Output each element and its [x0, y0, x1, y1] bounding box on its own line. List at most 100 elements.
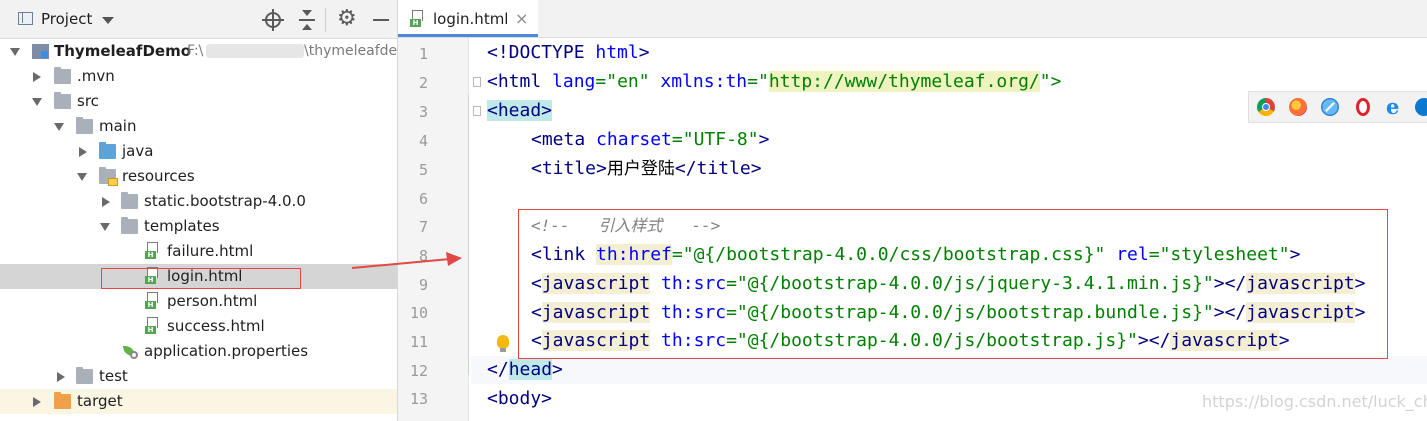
tree-item-person-html[interactable]: H person.html [0, 289, 397, 314]
chevron-down-icon[interactable] [32, 98, 42, 106]
project-view-icon [18, 12, 33, 25]
html-file-icon: H [145, 292, 160, 309]
gear-icon[interactable]: ⚙ [337, 6, 359, 31]
tree-item-java[interactable]: java [0, 139, 397, 164]
line-number: 7 [418, 218, 428, 236]
line-number: 6 [418, 190, 428, 208]
folder-icon [121, 217, 138, 234]
tree-item-label: test [99, 367, 128, 385]
tree-item-label: success.html [167, 317, 265, 335]
fold-marker-icon[interactable] [473, 77, 481, 87]
locate-target-icon[interactable] [262, 9, 284, 31]
fold-guide [468, 95, 469, 375]
tab-label: login.html [433, 10, 509, 28]
folder-icon [54, 67, 71, 84]
annotation-box-login [101, 268, 301, 289]
tree-item-mvn[interactable]: .mvn [0, 64, 397, 89]
chevron-down-icon[interactable] [102, 17, 114, 24]
code-line-12[interactable]: </head> [487, 357, 563, 383]
line-gutter: 1 2 3 4 5 6 7 8 9 10 11 12 13 [398, 38, 469, 421]
tree-item-label: main [99, 117, 137, 135]
chevron-right-icon[interactable] [33, 397, 41, 407]
chevron-right-icon[interactable] [57, 372, 65, 382]
close-icon[interactable]: × [515, 9, 528, 28]
redacted-path [206, 44, 304, 58]
tree-item-label: failure.html [167, 242, 254, 260]
chevron-down-icon[interactable] [77, 173, 87, 181]
module-path-start: F:\ [187, 43, 204, 59]
tree-item-label: application.properties [144, 342, 309, 360]
current-line-highlight [471, 356, 1427, 384]
properties-file-icon [122, 344, 139, 359]
tree-item-success-html[interactable]: H success.html [0, 314, 397, 339]
lightbulb-icon[interactable] [497, 335, 509, 352]
internet-explorer-icon[interactable]: e [1385, 94, 1403, 119]
tree-item-application-properties[interactable]: application.properties [0, 339, 397, 364]
tree-item-resources[interactable]: resources [0, 164, 397, 189]
tree-item-test[interactable]: test [0, 364, 397, 389]
tree-item-label: static.bootstrap-4.0.0 [144, 192, 306, 210]
chevron-right-icon[interactable] [33, 72, 41, 82]
code-line-1[interactable]: <!DOCTYPE html> [487, 40, 650, 66]
code-line-13[interactable]: <body> [487, 386, 552, 412]
browser-preview-bar: e [1248, 91, 1427, 123]
tree-item-main[interactable]: main [0, 114, 397, 139]
html-file-icon: H [145, 317, 160, 334]
module-icon [32, 44, 49, 59]
code-line-2[interactable]: <html lang="en" xmlns:th="http://www/thy… [487, 69, 1061, 95]
tree-item-label: person.html [167, 292, 258, 310]
line-number: 13 [409, 390, 428, 408]
project-panel: Project ⚙ ThymeleafDemo F:\ \thymeleafde… [0, 0, 398, 421]
folder-icon [121, 192, 138, 209]
line-number: 3 [418, 103, 428, 121]
tree-item-src[interactable]: src [0, 89, 397, 114]
tree-item-thymeleafdemo[interactable]: ThymeleafDemo F:\ \thymeleafde [0, 39, 397, 64]
code-line-3[interactable]: <head> [487, 98, 553, 124]
line-number: 2 [418, 74, 428, 92]
line-number: 5 [418, 161, 428, 179]
folder-icon [76, 367, 93, 384]
project-title[interactable]: Project [41, 10, 92, 28]
tree-item-target[interactable]: target [0, 389, 397, 414]
chevron-right-icon[interactable] [79, 147, 87, 157]
line-number: 4 [418, 132, 428, 150]
tree-item-label: resources [122, 167, 195, 185]
code-line-5[interactable]: <title>用户登陆</title> [531, 156, 762, 182]
header-divider [325, 8, 326, 32]
tree-item-failure-html[interactable]: H failure.html [0, 239, 397, 264]
collapse-all-icon[interactable] [296, 9, 318, 31]
source-folder-icon [99, 142, 116, 159]
tree-item-templates[interactable]: templates [0, 214, 397, 239]
watermark: https://blog.csdn.net/luck_ch09 [1202, 392, 1427, 411]
annotation-box-imports [518, 209, 1388, 359]
project-tree: ThymeleafDemo F:\ \thymeleafde .mvn src … [0, 39, 397, 421]
edge-icon[interactable] [1415, 98, 1427, 116]
chevron-down-icon[interactable] [100, 223, 110, 231]
module-name: ThymeleafDemo [54, 42, 192, 60]
safari-icon[interactable] [1321, 98, 1339, 116]
chrome-icon[interactable] [1257, 98, 1275, 116]
code-line-4[interactable]: <meta charset="UTF-8"> [531, 127, 769, 153]
minimize-icon[interactable] [370, 9, 392, 31]
chevron-down-icon[interactable] [54, 123, 64, 131]
tree-item-label: templates [144, 217, 220, 235]
line-number: 1 [418, 45, 428, 63]
line-number: 12 [409, 362, 428, 380]
firefox-icon[interactable] [1289, 98, 1307, 116]
folder-icon [54, 92, 71, 109]
module-path-end: \thymeleafde [304, 43, 398, 59]
excluded-folder-icon [54, 392, 71, 409]
fold-marker-icon[interactable] [473, 106, 481, 116]
line-number: 10 [409, 304, 428, 322]
opera-icon[interactable] [1356, 98, 1370, 116]
annotation-arrow-icon [351, 252, 462, 269]
html-file-icon: H [145, 242, 160, 259]
tree-item-static-bootstrap[interactable]: static.bootstrap-4.0.0 [0, 189, 397, 214]
tree-item-label: src [77, 92, 99, 110]
chevron-down-icon[interactable] [10, 48, 20, 56]
folder-icon [76, 117, 93, 134]
resources-folder-icon [99, 167, 118, 186]
tree-item-label: java [122, 142, 154, 160]
tab-login-html[interactable]: H login.html × [398, 0, 538, 37]
chevron-right-icon[interactable] [102, 197, 110, 207]
